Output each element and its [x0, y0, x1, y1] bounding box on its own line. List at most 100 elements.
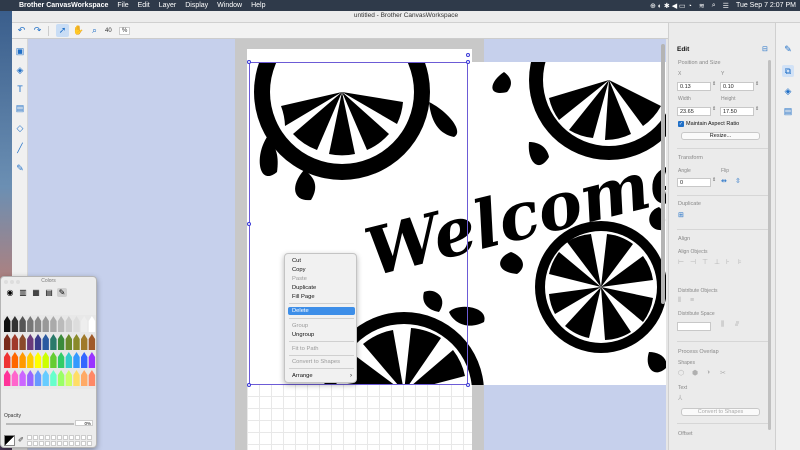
height-stepper[interactable]: ⇕	[755, 106, 759, 112]
menu-item-arrange[interactable]: Arrange ›	[288, 372, 355, 380]
minimize-icon[interactable]	[10, 280, 14, 284]
menu-window[interactable]: Window	[217, 2, 242, 9]
menu-edit[interactable]: Edit	[138, 2, 150, 9]
menu-item-fill-page[interactable]: Fill Page	[288, 293, 355, 301]
height-input[interactable]: 17.50	[720, 107, 754, 116]
pattern-tool-icon[interactable]: ▤	[14, 102, 26, 114]
distribute-space-input[interactable]	[677, 322, 711, 331]
menu-item-delete[interactable]: Delete	[288, 307, 355, 315]
menu-item-ungroup[interactable]: Ungroup	[288, 331, 355, 339]
text-tool-icon[interactable]: T	[14, 83, 26, 95]
opacity-input[interactable]: 0%	[75, 420, 93, 426]
resize-handle[interactable]	[247, 222, 251, 226]
duplicate-icon[interactable]: ⊞	[678, 211, 684, 219]
object-edit-tool-icon[interactable]: ▣	[14, 45, 26, 57]
line-tool-icon[interactable]: ╱	[14, 142, 26, 154]
rotate-handle[interactable]	[466, 53, 470, 57]
image-palettes-icon[interactable]: ▤	[44, 288, 54, 297]
status-icons[interactable]: ⊕ ◐ ✱ ◀ ▭ ◔	[650, 2, 692, 10]
eyedropper-icon[interactable]: ✐	[18, 436, 24, 444]
pen-tool-icon[interactable]: ✎	[14, 162, 26, 174]
control-center-icon[interactable]: ☰	[723, 2, 729, 10]
canvas-area[interactable]: Welcome	[28, 39, 666, 450]
redo-icon[interactable]: ↷	[31, 24, 44, 37]
wifi-icon[interactable]: ≋	[699, 2, 705, 10]
weld-icon[interactable]: ⬡	[678, 369, 684, 377]
zoom-unit-dropdown[interactable]: %	[119, 26, 131, 35]
menu-item-duplicate[interactable]: Duplicate	[288, 284, 355, 292]
menu-app[interactable]: Brother CanvasWorkspace	[19, 2, 108, 9]
align-middle-icon[interactable]: ⊦	[726, 258, 730, 266]
pencil-tip	[42, 352, 49, 357]
align-center-icon[interactable]: ⊣	[690, 258, 696, 266]
canvas-scrollbar[interactable]	[661, 44, 665, 304]
shapes-tool-icon[interactable]: ◈	[14, 64, 26, 76]
resize-handle[interactable]	[247, 383, 251, 387]
object-panel-icon[interactable]: ⧉	[782, 65, 794, 77]
pencil-tip	[34, 334, 42, 339]
align-bottom-icon[interactable]: ⊧	[738, 258, 742, 266]
distribute-horizontal-icon[interactable]: ⫴	[678, 297, 681, 305]
text-weld-icon[interactable]: ⅄	[678, 394, 682, 402]
flip-vertical-icon[interactable]: ⇳	[735, 177, 741, 185]
maintain-aspect-checkbox[interactable]: ✓	[678, 121, 684, 127]
zoom-icon[interactable]: ⌕	[88, 24, 101, 37]
select-tool-icon[interactable]: ➚	[56, 24, 69, 37]
x-input[interactable]: 0.13	[677, 82, 711, 91]
edit-panel-icon[interactable]: ✎	[782, 43, 794, 55]
layers-icon[interactable]: ◈	[782, 85, 794, 97]
pencils-grid[interactable]	[3, 315, 96, 389]
clock[interactable]: Tue Sep 7 2:07 PM	[736, 2, 796, 9]
menu-help[interactable]: Help	[251, 2, 265, 9]
menu-file[interactable]: File	[117, 2, 128, 9]
pencils-icon[interactable]: ✎	[57, 287, 67, 297]
menu-divider	[289, 355, 354, 356]
angle-input[interactable]: 0	[677, 178, 711, 187]
eraser-tool-icon[interactable]: ◇	[14, 122, 26, 134]
menu-item-arrange-label: Arrange	[292, 373, 313, 379]
align-right-icon[interactable]: ⊤	[702, 258, 708, 266]
opacity-slider[interactable]	[6, 423, 74, 425]
shapes-label: Shapes	[678, 360, 695, 366]
selection-box[interactable]	[249, 62, 468, 385]
color-wheel-icon[interactable]: ◉	[5, 288, 15, 297]
close-icon[interactable]	[4, 280, 8, 284]
undo-icon[interactable]: ↶	[15, 24, 28, 37]
resize-handle[interactable]	[466, 60, 470, 64]
search-icon[interactable]: ⌕	[712, 2, 716, 10]
panel-collapse-icon[interactable]: ⊟	[762, 45, 768, 53]
flip-horizontal-icon[interactable]: ⇹	[721, 177, 727, 185]
y-stepper[interactable]: ⇕	[755, 81, 759, 87]
y-input[interactable]: 0.10	[720, 82, 754, 91]
space-horizontal-icon[interactable]: ⫼	[721, 321, 724, 329]
page-icon[interactable]: ▤	[782, 105, 794, 117]
convert-to-shapes-button[interactable]: Convert to Shapes	[681, 408, 760, 416]
width-stepper[interactable]: ⇕	[712, 106, 716, 112]
color-palettes-icon[interactable]: ▦	[31, 288, 41, 297]
hand-tool-icon[interactable]: ✋	[72, 24, 85, 37]
distribute-vertical-icon[interactable]: ≡	[690, 297, 694, 304]
menu-display[interactable]: Display	[185, 2, 208, 9]
menu-item-cut[interactable]: Cut	[288, 257, 355, 265]
current-color-swatch[interactable]	[4, 434, 15, 446]
zoom-window-icon[interactable]	[16, 280, 20, 284]
align-left-icon[interactable]: ⊢	[678, 258, 684, 266]
panel-scrollbar[interactable]	[768, 60, 771, 430]
color-sliders-icon[interactable]: ▥	[18, 288, 28, 297]
align-top-icon[interactable]: ⊥	[714, 258, 720, 266]
menu-layer[interactable]: Layer	[159, 2, 177, 9]
x-stepper[interactable]: ⇕	[712, 81, 716, 87]
intersect-icon[interactable]: ◑	[706, 369, 710, 376]
zoom-input[interactable]: 40	[105, 28, 119, 34]
subtract-icon[interactable]: ⬢	[692, 369, 698, 377]
resize-handle[interactable]	[247, 60, 251, 64]
menu-item-copy[interactable]: Copy	[288, 266, 355, 274]
angle-stepper[interactable]: ⇕	[712, 177, 716, 183]
color-wells[interactable]	[26, 434, 92, 446]
exclude-icon[interactable]: ✂	[720, 369, 726, 377]
resize-button[interactable]: Resize...	[681, 132, 760, 140]
width-input[interactable]: 23.65	[677, 107, 711, 116]
pencil-body	[42, 339, 49, 350]
space-vertical-icon[interactable]: ⫻	[735, 321, 739, 329]
resize-handle[interactable]	[466, 383, 470, 387]
